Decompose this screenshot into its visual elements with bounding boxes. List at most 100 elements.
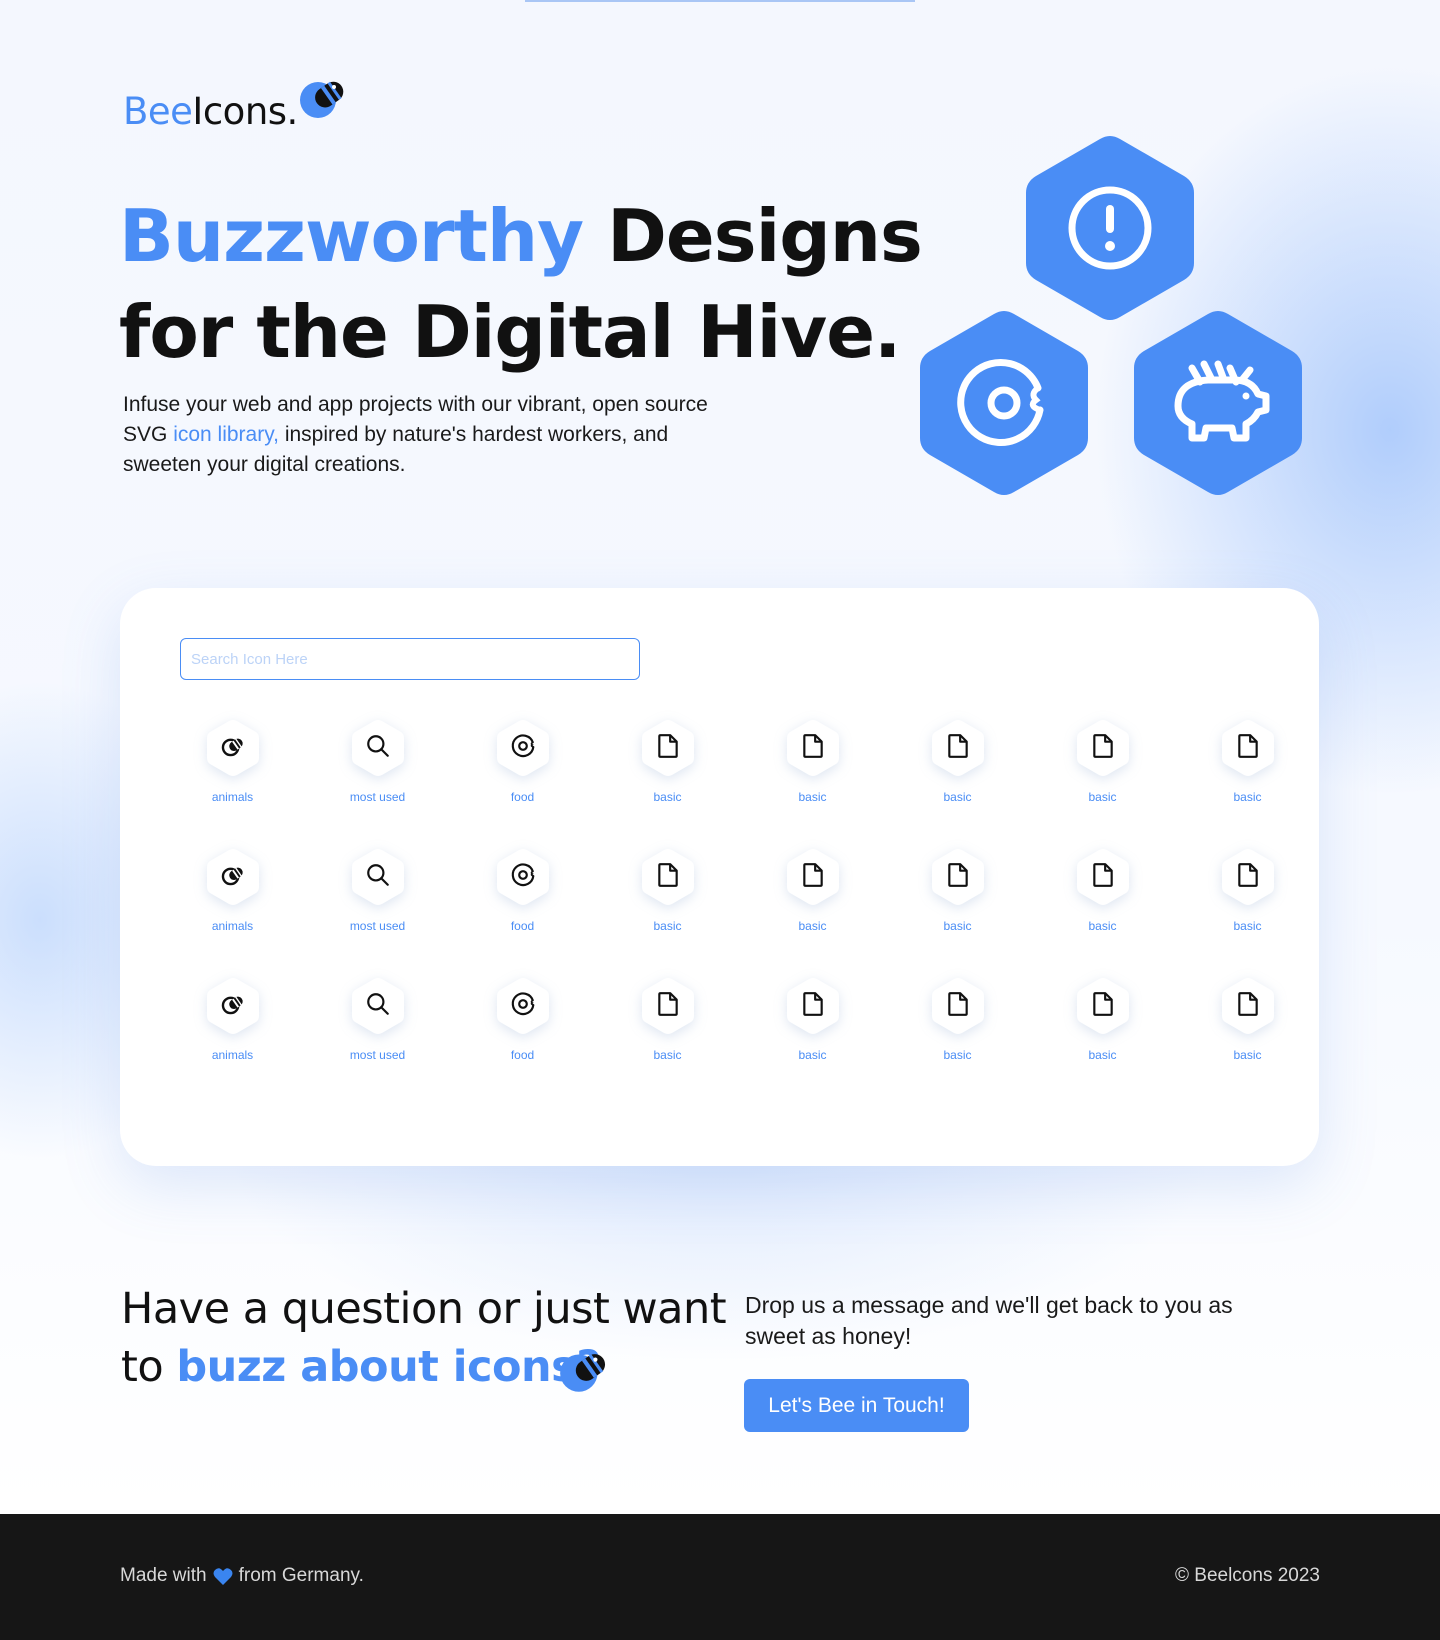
icon-tile-label: food (510, 790, 535, 804)
icon-tile[interactable]: basic (885, 718, 1030, 847)
icon-tile-hex (348, 718, 408, 778)
file-icon (1237, 862, 1259, 893)
alert-circle-icon (1026, 136, 1194, 320)
logo-part-2: Icons. (192, 90, 298, 133)
icon-tile-label: most used (349, 1048, 406, 1062)
icon-tile[interactable]: food (450, 718, 595, 847)
contact-title-line-2: to buzz about icons? (121, 1338, 726, 1396)
hero-title-line-2: for the Digital Hive. (119, 290, 901, 374)
file-icon (657, 991, 679, 1022)
icon-tile[interactable]: basic (885, 847, 1030, 976)
icon-tile-label: animals (211, 919, 254, 933)
icon-tile-hex (493, 847, 553, 907)
icon-tile[interactable]: basic (740, 976, 885, 1105)
file-icon (1092, 991, 1114, 1022)
hero-title-highlight: Buzzworthy (119, 194, 584, 278)
icon-tile-hex (203, 976, 263, 1036)
file-icon (947, 862, 969, 893)
icon-tile-hex (348, 976, 408, 1036)
search-input[interactable] (180, 638, 640, 680)
donut-icon (920, 311, 1088, 495)
icon-tile[interactable]: basic (1175, 847, 1320, 976)
icon-tile-hex (783, 718, 843, 778)
icon-grid: animals most used food basic basic basic basic… (160, 718, 1320, 1105)
bee-icon (299, 81, 344, 118)
file-icon (802, 733, 824, 764)
icon-tile-label: basic (1088, 919, 1117, 933)
file-icon (802, 862, 824, 893)
icon-tile-hex (928, 976, 988, 1036)
icon-tile-hex (1073, 718, 1133, 778)
icon-tile[interactable]: animals (160, 847, 305, 976)
bee-icon (220, 735, 246, 762)
icon-tile-label: basic (943, 919, 972, 933)
icon-tile[interactable]: food (450, 976, 595, 1105)
hero-title: Buzzworthy Designs for the Digital Hive. (119, 188, 923, 380)
icon-tile-label: basic (1233, 919, 1262, 933)
icon-tile-label: basic (1233, 1048, 1262, 1062)
icon-tile-hex (203, 847, 263, 907)
icon-tile[interactable]: most used (305, 976, 450, 1105)
bee-icon (220, 993, 246, 1020)
icon-tile-label: basic (943, 790, 972, 804)
icon-library-link[interactable]: icon library, (173, 423, 279, 446)
donut-icon (510, 862, 536, 893)
icon-tile-label: basic (1088, 790, 1117, 804)
icon-tile[interactable]: most used (305, 718, 450, 847)
hero-description: Infuse your web and app projects with ou… (123, 390, 743, 480)
file-icon (1092, 862, 1114, 893)
icon-tile-label: basic (798, 919, 827, 933)
icon-tile-label: animals (211, 1048, 254, 1062)
hero-hex-cluster (920, 135, 1310, 505)
icon-tile[interactable]: basic (595, 718, 740, 847)
bee-icon (220, 864, 246, 891)
contact-title: Have a question or just want to buzz abo… (121, 1280, 727, 1396)
footer-made-with: Made with from Germany. (120, 1565, 364, 1587)
icon-tile[interactable]: basic (1175, 718, 1320, 847)
icon-tile-label: most used (349, 790, 406, 804)
icon-tile[interactable]: basic (740, 847, 885, 976)
footer-made-with-prefix: Made with (120, 1565, 207, 1586)
file-icon (1237, 733, 1259, 764)
file-icon (1237, 991, 1259, 1022)
icon-tile-label: basic (798, 790, 827, 804)
icon-grid-row: animals most used food basic basic basic basic… (160, 718, 1320, 847)
file-icon (657, 733, 679, 764)
contact-description: Drop us a message and we'll get back to … (745, 1292, 1233, 1349)
contact-button[interactable]: Let's Bee in Touch! (744, 1379, 969, 1432)
icon-tile-label: basic (653, 919, 682, 933)
icon-tile-hex (1073, 976, 1133, 1036)
piggy-bank-icon (1134, 311, 1302, 495)
icon-tile[interactable]: food (450, 847, 595, 976)
icon-tile[interactable]: basic (740, 718, 885, 847)
icon-tile[interactable]: basic (595, 847, 740, 976)
icon-tile[interactable]: animals (160, 976, 305, 1105)
icon-tile[interactable]: basic (595, 976, 740, 1105)
icon-tile[interactable]: basic (1030, 718, 1175, 847)
top-accent-strip (525, 0, 915, 2)
contact-title-line-1: Have a question or just want (121, 1284, 727, 1334)
icon-tile-label: basic (943, 1048, 972, 1062)
logo-part-1: Bee (123, 90, 193, 133)
logo[interactable]: BeeIcons. (123, 74, 350, 130)
icon-tile[interactable]: basic (1175, 976, 1320, 1105)
icon-tile[interactable]: basic (885, 976, 1030, 1105)
icon-tile[interactable]: basic (1030, 976, 1175, 1105)
icon-tile[interactable]: animals (160, 718, 305, 847)
file-icon (657, 862, 679, 893)
search-icon (365, 733, 391, 764)
icon-tile-hex (928, 718, 988, 778)
icon-tile-hex (1218, 718, 1278, 778)
blue-heart-icon (213, 1567, 233, 1585)
contact-title-highlight: buzz about icons? (176, 1342, 601, 1392)
icon-tile[interactable]: most used (305, 847, 450, 976)
icon-tile-label: food (510, 1048, 535, 1062)
contact-title-prefix: to (121, 1342, 177, 1392)
icon-tile[interactable]: basic (1030, 847, 1175, 976)
footer-made-with-suffix: from Germany. (238, 1565, 364, 1586)
file-icon (947, 991, 969, 1022)
icon-tile-hex (493, 976, 553, 1036)
icon-tile-label: most used (349, 919, 406, 933)
icon-tile-label: food (510, 919, 535, 933)
icon-tile-hex (203, 718, 263, 778)
